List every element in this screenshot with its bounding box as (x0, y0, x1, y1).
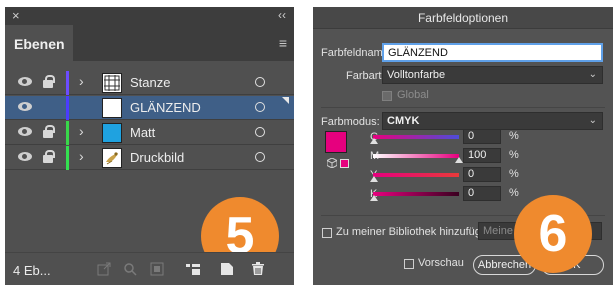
cyan-slider[interactable] (373, 135, 459, 139)
slider-thumb[interactable] (370, 195, 378, 201)
target-circle-icon[interactable] (255, 77, 265, 87)
visibility-eye-icon[interactable] (18, 102, 32, 111)
chevron-right-icon[interactable]: › (79, 73, 84, 89)
black-slider[interactable] (373, 192, 459, 196)
black-value-input[interactable]: 0 (463, 186, 501, 201)
slider-thumb[interactable] (370, 138, 378, 144)
target-circle-icon[interactable] (255, 152, 265, 162)
panel-footer: 4 Eb... (5, 252, 294, 285)
target-circle-icon[interactable] (255, 102, 265, 112)
global-checkbox[interactable] (382, 91, 392, 101)
swatch-name-input[interactable]: GLÄNZEND (382, 43, 603, 62)
layer-name[interactable]: Druckbild (130, 150, 184, 165)
step-badge-6: 6 (514, 195, 592, 273)
color-mode-value: CMYK (387, 115, 420, 127)
layer-row-glaenzend[interactable]: GLÄNZEND (5, 96, 294, 120)
percent-unit: % (509, 187, 519, 199)
slider-thumb[interactable] (455, 157, 463, 163)
layer-row-stanze[interactable]: › Stanze (5, 71, 294, 95)
clipping-mask-icon[interactable] (150, 262, 164, 276)
layer-row-druckbild[interactable]: › Druckbild (5, 146, 294, 170)
layer-thumbnail (102, 98, 122, 118)
percent-unit: % (509, 130, 519, 142)
layer-thumbnail (102, 73, 122, 93)
chevron-down-icon: ⌄ (588, 115, 597, 126)
color-mode-select[interactable]: CMYK ⌄ (382, 112, 603, 130)
visibility-eye-icon[interactable] (18, 77, 32, 86)
color-type-value: Volltonfarbe (387, 69, 446, 81)
percent-unit: % (509, 149, 519, 161)
lock-icon[interactable] (43, 75, 55, 88)
collapse-icon[interactable]: ‹‹ (278, 8, 286, 22)
export-icon[interactable] (97, 262, 111, 276)
percent-unit: % (509, 168, 519, 180)
panel-tabbar: Ebenen ≡ (5, 25, 294, 61)
layer-name[interactable]: Matt (130, 125, 155, 140)
layers-panel: × ‹‹ Ebenen ≡ › Stanze GLÄNZEND › Matt ›… (5, 7, 294, 285)
yellow-value-input[interactable]: 0 (463, 167, 501, 182)
panel-menu-icon[interactable]: ≡ (279, 35, 287, 51)
preview-checkbox[interactable] (404, 259, 414, 269)
out-of-gamut-swatch[interactable] (340, 159, 349, 168)
layer-row-matt[interactable]: › Matt (5, 121, 294, 145)
lock-icon[interactable] (43, 125, 55, 138)
panel-titlebar: × ‹‹ (5, 7, 294, 25)
close-icon[interactable]: × (12, 8, 20, 23)
new-sublayer-icon[interactable] (185, 262, 200, 276)
layer-thumbnail (102, 123, 122, 143)
visibility-eye-icon[interactable] (18, 152, 32, 161)
chevron-right-icon[interactable]: › (79, 148, 84, 164)
color-type-select[interactable]: Volltonfarbe ⌄ (382, 66, 603, 84)
layer-color-bar (66, 96, 69, 120)
color-type-label: Farbart: (346, 70, 385, 82)
cyan-value-input[interactable]: 0 (463, 129, 501, 144)
chevron-down-icon: ⌄ (588, 69, 597, 80)
lock-icon[interactable] (43, 150, 55, 163)
divider (321, 107, 605, 108)
global-label: Global (397, 89, 429, 101)
layer-count: 4 Eb... (13, 263, 51, 278)
chevron-right-icon[interactable]: › (79, 123, 84, 139)
target-circle-icon[interactable] (255, 127, 265, 137)
cube-icon[interactable] (326, 157, 338, 169)
dialog-title: Farbfeldoptionen (313, 7, 613, 29)
swatch-options-dialog: Farbfeldoptionen Farbfeldname: GLÄNZEND … (313, 7, 613, 285)
magenta-value-input[interactable]: 100 (463, 148, 501, 163)
selection-corner-icon (282, 97, 289, 104)
tab-ebenen[interactable]: Ebenen (5, 25, 73, 61)
add-to-library-label: Zu meiner Bibliothek hinzufügen (336, 226, 494, 238)
slider-thumb[interactable] (370, 176, 378, 182)
new-layer-icon[interactable] (220, 262, 234, 276)
locate-icon[interactable] (123, 262, 137, 276)
layer-color-bar (66, 71, 69, 95)
layer-name[interactable]: Stanze (130, 75, 170, 90)
layer-color-bar (66, 121, 69, 145)
color-preview-swatch (325, 131, 347, 153)
yellow-slider[interactable] (373, 173, 459, 177)
magenta-slider[interactable] (373, 154, 459, 158)
layer-name[interactable]: GLÄNZEND (130, 100, 201, 115)
add-to-library-checkbox[interactable] (322, 228, 332, 238)
layer-color-bar (66, 146, 69, 170)
trash-icon[interactable] (251, 262, 265, 276)
preview-label: Vorschau (418, 257, 464, 269)
visibility-eye-icon[interactable] (18, 127, 32, 136)
layer-thumbnail (102, 148, 122, 168)
color-mode-label: Farbmodus: (321, 116, 380, 128)
